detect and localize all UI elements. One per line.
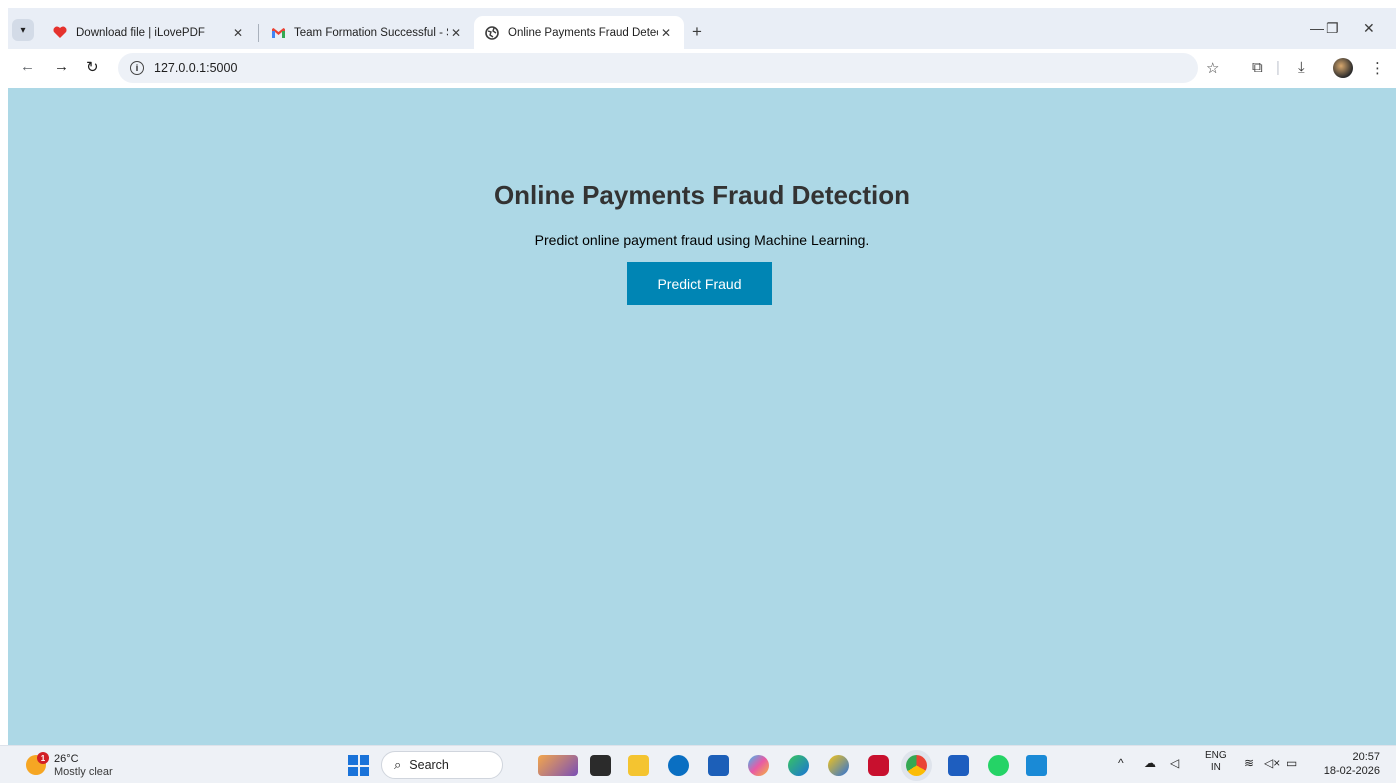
mcafee-icon[interactable] (868, 755, 889, 776)
help-icon[interactable] (828, 755, 849, 776)
system-clock[interactable]: 20:57 18-02-2026 (1318, 750, 1380, 778)
browser-toolbar: ← → ↻ i 127.0.0.1:5000 ☆ ⧉ | ⤓ ⋮ (8, 49, 1396, 88)
taskbar: 1 26°C Mostly clear ⌕ Search ^ ☁ ◁ ENG I… (0, 745, 1396, 783)
hp-icon[interactable] (668, 755, 689, 776)
tab-title: Online Payments Fraud Detectio (508, 26, 658, 39)
language-code: ENG (1205, 750, 1227, 761)
chevron-up-icon[interactable]: ^ (1118, 756, 1124, 770)
copilot-icon[interactable] (748, 755, 769, 776)
address-text: 127.0.0.1:5000 (154, 61, 238, 75)
chevron-down-icon: ▾ (20, 24, 26, 36)
location-icon[interactable]: ◁ (1170, 756, 1179, 770)
star-icon[interactable]: ☆ (1206, 59, 1219, 77)
heart-icon (52, 25, 68, 41)
weather-widget[interactable]: 1 26°C Mostly clear (26, 752, 126, 780)
gmail-icon (270, 25, 286, 41)
restore-button[interactable]: ❐ (1326, 20, 1339, 37)
windows-start-icon[interactable] (348, 755, 369, 776)
vscode-icon[interactable] (1026, 755, 1047, 776)
volume-muted-icon[interactable]: ◁× (1264, 756, 1280, 770)
menu-dots-icon[interactable]: ⋮ (1370, 59, 1385, 77)
minimize-button[interactable]: — (1310, 20, 1324, 36)
browser-chrome: ▾ Download file | iLovePDF ✕ Team Format… (8, 8, 1396, 88)
region-code: IN (1210, 762, 1221, 773)
task-view-icon[interactable] (590, 755, 611, 776)
tab-separator (258, 24, 259, 42)
toolbar-divider: | (1276, 59, 1280, 76)
close-icon[interactable]: ✕ (448, 26, 464, 40)
close-icon[interactable]: ✕ (230, 26, 246, 40)
tab-title: Download file | iLovePDF (76, 26, 205, 39)
close-window-button[interactable]: ✕ (1363, 20, 1375, 37)
page-subtitle: Predict online payment fraud using Machi… (534, 232, 870, 248)
back-arrow-icon[interactable]: ← (20, 58, 35, 75)
new-tab-button[interactable]: + (692, 22, 702, 42)
taskbar-search[interactable]: ⌕ Search (381, 751, 503, 779)
forward-arrow-icon[interactable]: → (54, 58, 69, 75)
close-icon[interactable]: ✕ (658, 26, 674, 40)
tab-gmail[interactable]: Team Formation Successful - Sm ✕ (260, 16, 474, 49)
language-indicator[interactable]: ENG IN (1205, 750, 1227, 774)
weather-temp: 26°C (54, 753, 79, 765)
search-placeholder: Search (409, 758, 449, 772)
site-info-icon[interactable]: i (130, 61, 144, 75)
tab-fraud-detection[interactable]: Online Payments Fraud Detectio ✕ (474, 16, 684, 49)
whatsapp-icon[interactable] (988, 755, 1009, 776)
notification-badge: 1 (37, 752, 49, 764)
reload-icon[interactable]: ↻ (86, 58, 99, 76)
avatar[interactable] (1333, 58, 1353, 78)
predict-fraud-button[interactable]: Predict Fraud (627, 262, 772, 305)
tab-ilovepdf[interactable]: Download file | iLovePDF ✕ (42, 16, 256, 49)
weather-condition: Mostly clear (54, 766, 113, 778)
tab-search-button[interactable]: ▾ (12, 19, 34, 41)
page-viewport: Online Payments Fraud Detection Predict … (8, 88, 1396, 745)
wifi-icon[interactable]: ≋ (1244, 756, 1254, 770)
download-icon[interactable]: ⤓ (1298, 59, 1305, 76)
widget-news-icon[interactable] (538, 755, 578, 776)
file-explorer-icon[interactable] (628, 755, 649, 776)
clock-date: 18-02-2026 (1323, 765, 1380, 777)
edge-icon[interactable] (788, 755, 809, 776)
word-icon[interactable] (948, 755, 969, 776)
address-bar[interactable]: i 127.0.0.1:5000 (118, 53, 1198, 83)
search-icon: ⌕ (394, 757, 402, 772)
chrome-icon[interactable] (906, 755, 927, 776)
globe-icon (484, 25, 500, 41)
onedrive-icon[interactable]: ☁ (1144, 756, 1156, 770)
page-title: Online Payments Fraud Detection (493, 180, 911, 210)
battery-icon[interactable]: ▭ (1286, 756, 1297, 770)
tab-strip: ▾ Download file | iLovePDF ✕ Team Format… (8, 8, 1396, 49)
clock-time: 20:57 (1352, 751, 1380, 763)
tab-title: Team Formation Successful - Sm (294, 26, 448, 39)
extensions-icon[interactable]: ⧉ (1252, 59, 1263, 76)
store-icon[interactable] (708, 755, 729, 776)
